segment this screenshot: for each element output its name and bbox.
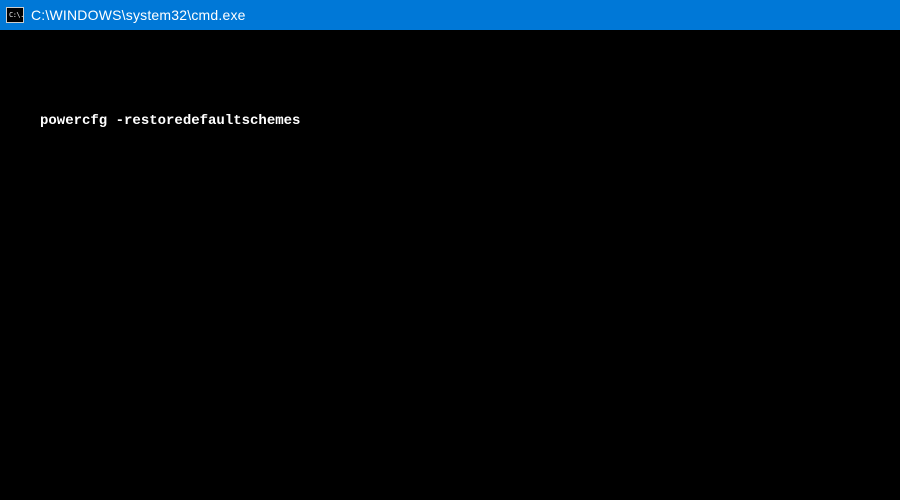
window-title: C:\WINDOWS\system32\cmd.exe — [31, 7, 246, 23]
terminal-body[interactable]: powercfg -restoredefaultschemes — [0, 30, 900, 500]
cmd-icon-text: C:\. — [9, 12, 24, 19]
cmd-icon: C:\. — [6, 7, 24, 23]
terminal-line: powercfg -restoredefaultschemes — [40, 112, 860, 132]
window-titlebar[interactable]: C:\. C:\WINDOWS\system32\cmd.exe — [0, 0, 900, 30]
